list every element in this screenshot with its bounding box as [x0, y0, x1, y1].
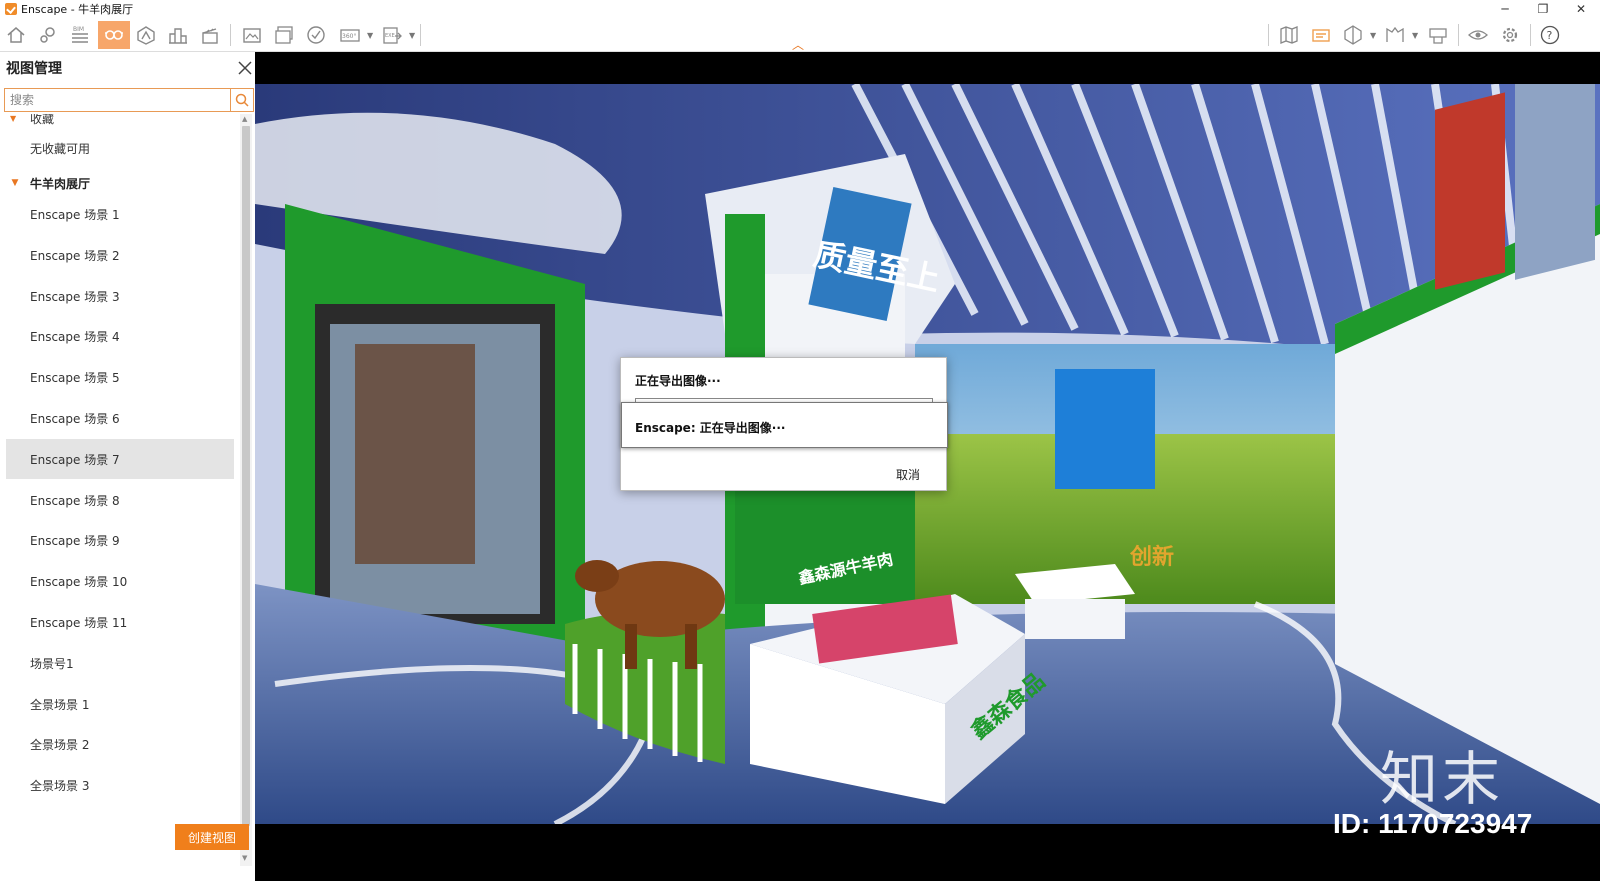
list-item[interactable]: Enscape 场景 10 [6, 561, 234, 601]
close-window-button[interactable]: ✕ [1562, 0, 1600, 18]
list-item[interactable]: Enscape 场景 1 [6, 194, 234, 234]
list-item[interactable]: 全景场景 3 [6, 765, 234, 805]
scroll-down-icon[interactable]: ▼ [242, 854, 247, 862]
list-item[interactable]: Enscape 场景 5 [6, 357, 234, 397]
location-pin-icon[interactable] [34, 21, 62, 49]
list-item[interactable]: Enscape 场景 4 [6, 316, 234, 356]
view-management-panel: 视图管理 ▼ 收藏 无收藏可用 ▼ 牛羊肉展厅 Enscape 场景 1 Ens… [0, 52, 260, 881]
panel-title: 视图管理 [6, 61, 62, 77]
cancel-button[interactable]: 取消 [879, 464, 937, 484]
group-header[interactable]: ▼ 牛羊肉展厅 [0, 170, 234, 196]
inner-progress-panel: Enscape: 正在导出图像··· [621, 402, 948, 448]
book-icon[interactable] [1381, 21, 1409, 49]
chevron-down-icon[interactable]: ▼ [409, 31, 415, 40]
list-item[interactable]: Enscape 场景 9 [6, 520, 234, 560]
chevron-down-icon[interactable]: ▼ [10, 114, 16, 123]
section-icon[interactable] [1339, 21, 1367, 49]
help-icon[interactable]: ? [1536, 21, 1564, 49]
chevron-down-icon[interactable]: ▼ [367, 31, 373, 40]
screenshot-icon[interactable] [238, 21, 266, 49]
visibility-icon[interactable] [1464, 21, 1492, 49]
list-item[interactable]: Enscape 场景 11 [6, 602, 234, 642]
export-exe-icon[interactable]: EXE [378, 21, 406, 49]
list-item[interactable]: Enscape 场景 8 [6, 480, 234, 520]
svg-text:EXE: EXE [385, 33, 395, 39]
maximize-button[interactable]: ❐ [1524, 0, 1562, 18]
batch-render-icon[interactable] [270, 21, 298, 49]
list-item[interactable]: 全景场景 2 [6, 724, 234, 764]
create-view-button[interactable]: 创建视图 [175, 824, 249, 850]
scroll-thumb[interactable] [242, 126, 250, 826]
list-item[interactable]: Enscape 场景 6 [6, 398, 234, 438]
city-icon[interactable] [164, 21, 192, 49]
search-input[interactable] [4, 88, 230, 112]
list-item[interactable]: 场景号1 [6, 643, 234, 683]
group-label: 牛羊肉展厅 [30, 176, 91, 191]
watermark-logo: 知末 [1380, 745, 1505, 813]
list-item[interactable]: Enscape 场景 2 [6, 235, 234, 275]
bim-icon[interactable]: BIM [66, 21, 94, 49]
svg-text:创新: 创新 [1129, 544, 1174, 570]
settings-icon[interactable] [1496, 21, 1524, 49]
asset-library-icon[interactable] [132, 21, 160, 49]
view-management-icon[interactable] [98, 21, 130, 49]
chevron-down-icon[interactable]: ▼ [1412, 31, 1418, 40]
collapse-toolbar-chevron-icon[interactable]: ︿ [792, 36, 804, 53]
search-icon[interactable] [230, 88, 254, 112]
list-item[interactable]: 全景场景 1 [6, 684, 234, 724]
dialog-message: Enscape: 正在导出图像··· [635, 421, 786, 435]
collab-icon[interactable] [1424, 21, 1452, 49]
title-bar: Enscape - 牛羊肉展厅 ─ ❐ ✕ [0, 0, 1600, 18]
list-item-selected[interactable]: Enscape 场景 7 [6, 439, 234, 479]
sun-icon[interactable] [1307, 21, 1335, 49]
window-title: Enscape - 牛羊肉展厅 [21, 3, 134, 16]
watermark-id: ID: 1170723947 [1333, 808, 1533, 839]
clapperboard-icon[interactable] [196, 21, 224, 49]
home-icon[interactable] [2, 21, 30, 49]
svg-text:BIM: BIM [73, 26, 84, 33]
chevron-down-icon[interactable]: ▼ [0, 178, 30, 188]
view-list: ▼ 收藏 无收藏可用 ▼ 牛羊肉展厅 Enscape 场景 1 Enscape … [0, 114, 241, 864]
favorites-empty-text: 无收藏可用 [30, 141, 91, 156]
enscape-logo-icon [5, 3, 17, 15]
upload-icon[interactable] [302, 21, 330, 49]
chevron-down-icon[interactable]: ▼ [1370, 31, 1376, 40]
minimize-button[interactable]: ─ [1486, 0, 1524, 18]
dialog-title: 正在导出图像··· [635, 374, 721, 388]
panel-header: 视图管理 [0, 52, 260, 84]
list-scrollbar[interactable]: ▲ ▼ [240, 114, 252, 866]
scroll-up-icon[interactable]: ▲ [242, 115, 247, 123]
list-item[interactable]: Enscape 场景 3 [6, 276, 234, 316]
favorites-header[interactable]: 收藏 [30, 114, 54, 127]
panorama-360-icon[interactable]: 360° [336, 21, 364, 49]
map-icon[interactable] [1275, 21, 1303, 49]
svg-text:?: ? [1547, 29, 1553, 42]
export-progress-dialog: 正在导出图像··· Enscape: 正在导出图像··· 取消 [620, 357, 948, 491]
search-bar [4, 88, 254, 112]
svg-text:360°: 360° [342, 33, 356, 40]
